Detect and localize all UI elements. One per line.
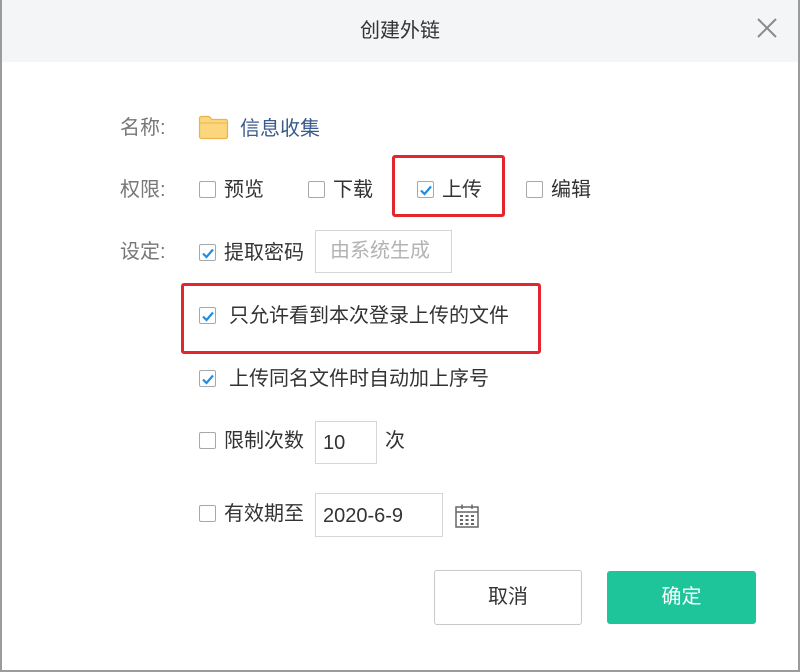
auto-number-label[interactable]: 上传同名文件时自动加上序号 <box>229 366 489 392</box>
folder-name-link[interactable]: 信息收集 <box>240 116 320 142</box>
settings-label: 设定: <box>120 241 166 263</box>
preview-label[interactable]: 预览 <box>224 177 264 203</box>
dialog-title: 创建外链 <box>360 20 440 42</box>
confirm-button[interactable]: 确定 <box>607 571 756 624</box>
limit-count-checkbox[interactable] <box>199 432 216 449</box>
folder-icon <box>198 115 229 140</box>
edit-label[interactable]: 编辑 <box>551 177 591 203</box>
only-own-uploads-checkbox[interactable] <box>199 307 216 324</box>
check-icon <box>202 248 214 259</box>
permissions-label: 权限: <box>120 179 166 201</box>
limit-count-unit: 次 <box>385 430 405 452</box>
expiry-label[interactable]: 有效期至 <box>224 501 304 527</box>
extract-password-label[interactable]: 提取密码 <box>224 240 304 266</box>
download-checkbox[interactable] <box>308 181 325 198</box>
download-label[interactable]: 下载 <box>333 177 373 203</box>
check-icon <box>202 311 214 322</box>
upload-label[interactable]: 上传 <box>442 177 482 203</box>
dialog-header: 创建外链 <box>2 0 798 62</box>
preview-checkbox[interactable] <box>199 181 216 198</box>
close-icon[interactable] <box>755 16 779 40</box>
limit-count-input[interactable]: 10 <box>315 421 377 464</box>
upload-checkbox[interactable] <box>417 181 434 198</box>
auto-number-checkbox[interactable] <box>199 370 216 387</box>
only-own-uploads-label[interactable]: 只允许看到本次登录上传的文件 <box>229 303 509 329</box>
name-label: 名称: <box>120 117 166 139</box>
calendar-icon[interactable] <box>454 503 480 529</box>
extract-password-checkbox[interactable] <box>199 244 216 261</box>
edit-checkbox[interactable] <box>526 181 543 198</box>
check-icon <box>420 185 432 196</box>
limit-count-label[interactable]: 限制次数 <box>224 428 304 454</box>
check-icon <box>202 374 214 385</box>
extract-password-input[interactable]: 由系统生成 <box>315 230 452 273</box>
cancel-button[interactable]: 取消 <box>434 570 582 625</box>
expiry-date-input[interactable]: 2020-6-9 <box>315 493 443 537</box>
create-link-dialog: 创建外链 名称: 信息收集 权限: 预览 下载 上传 编辑 设定: 提取密码 由… <box>0 0 800 672</box>
expiry-checkbox[interactable] <box>199 505 216 522</box>
